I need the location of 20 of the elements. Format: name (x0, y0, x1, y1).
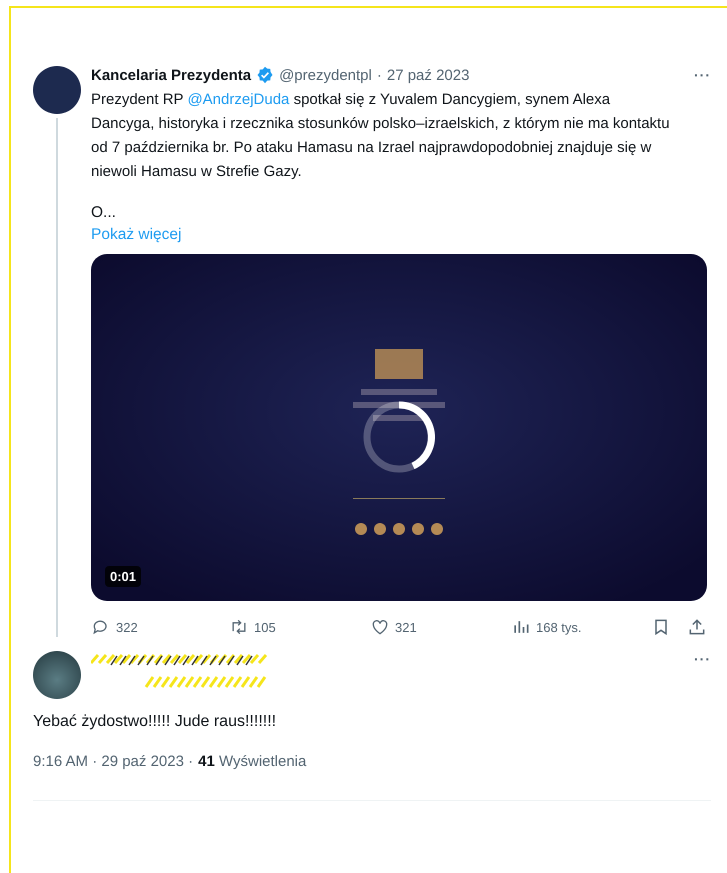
reply-button[interactable]: 322 (91, 617, 229, 637)
post-timestamp[interactable]: 9:16 AM · 29 paź 2023 · (33, 753, 194, 770)
views-button[interactable]: 168 tys. (511, 617, 651, 637)
author-handle[interactable]: @prezydentpl (279, 66, 372, 84)
avatar[interactable] (33, 651, 81, 699)
truncated-text: O... (91, 203, 117, 223)
share-icon (687, 617, 707, 637)
author-name[interactable]: Kancelaria Prezydenta (91, 66, 252, 84)
like-button[interactable]: 321 (370, 617, 511, 637)
view-count: 41 Wyświetlenia (198, 753, 306, 770)
video-duration: 0:01 (105, 566, 142, 587)
tweet-text: Prezydent RP @AndrzejDuda spotkał się z Yuvalem Dancygiem, synem Alexa Dancyga, historyka i rzecznika stosunków polsko–izraelskich, z którym nie ma kontaktu od 7 października br. Po ataku Hamasu na Izrael najprawdopodobniej znajduje się w niewoli Hamasu w Strefie Gazy. (91, 90, 671, 182)
like-icon (370, 617, 390, 637)
separator-dot: · (376, 66, 382, 84)
retweet-button[interactable]: 105 (229, 617, 370, 637)
post-date[interactable]: 27 paź 2023 (386, 66, 470, 84)
reply-text: Yebać żydostwo!!!!! Jude raus!!!!!!! (33, 713, 278, 731)
more-button[interactable]: ··· (694, 67, 711, 83)
more-button[interactable]: ··· (694, 651, 711, 667)
avatar[interactable] (33, 66, 81, 114)
